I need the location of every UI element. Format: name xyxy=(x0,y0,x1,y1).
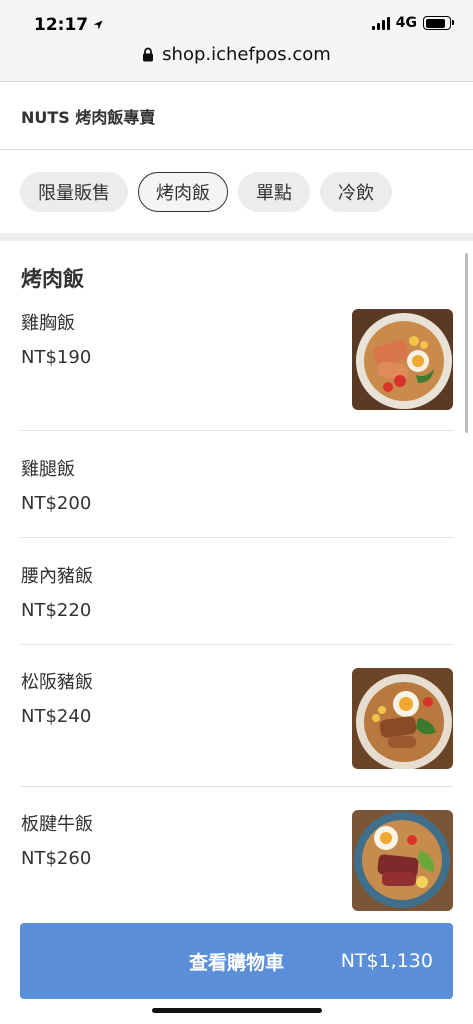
store-header: NUTS 烤肉飯專賣 xyxy=(0,82,473,150)
item-name: 雞胸飯 xyxy=(21,313,75,334)
food-photo xyxy=(352,309,453,410)
store-name: NUTS 烤肉飯專賣 xyxy=(21,107,156,127)
location-arrow-icon xyxy=(93,20,103,30)
tab-grilled-rice[interactable]: 烤肉飯 xyxy=(138,172,228,212)
menu-item-pork-tenderloin[interactable]: 腰內豬飯 NT$220 xyxy=(21,562,453,645)
food-photo xyxy=(352,668,453,769)
category-tabs: 限量販售 烤肉飯 單點 冷飲 xyxy=(0,151,473,233)
status-time-text: 12:17 xyxy=(34,15,89,35)
item-price: NT$240 xyxy=(21,706,92,727)
tab-cold-drinks[interactable]: 冷飲 xyxy=(320,172,392,212)
item-price: NT$200 xyxy=(21,493,92,514)
item-name: 雞腿飯 xyxy=(21,459,75,480)
battery-icon xyxy=(423,16,454,30)
section-divider xyxy=(0,233,473,241)
menu-list[interactable]: 烤肉飯 雞胸飯 NT$190 雞腿飯 NT$200 腰內豬飯 NT$220 松阪… xyxy=(0,241,473,1024)
section-title: 烤肉飯 xyxy=(21,267,84,291)
home-indicator[interactable] xyxy=(152,1008,322,1013)
item-name: 板腱牛飯 xyxy=(21,814,93,835)
menu-item-pork-jowl[interactable]: 松阪豬飯 NT$240 xyxy=(21,668,453,787)
address-bar[interactable]: shop.ichefpos.com xyxy=(0,44,473,65)
menu-item-beef-flat-iron[interactable]: 板腱牛飯 NT$260 xyxy=(21,810,453,940)
cellular-signal-icon xyxy=(371,16,390,30)
item-name: 松阪豬飯 xyxy=(21,672,93,693)
status-indicators: 4G xyxy=(371,15,454,31)
menu-item-chicken-breast[interactable]: 雞胸飯 NT$190 xyxy=(21,309,453,431)
menu-item-chicken-thigh[interactable]: 雞腿飯 NT$200 xyxy=(21,455,453,538)
tab-limited-sale[interactable]: 限量販售 xyxy=(20,172,128,212)
status-time: 12:17 xyxy=(34,15,103,35)
scrollbar[interactable] xyxy=(465,253,468,433)
food-photo xyxy=(352,810,453,911)
view-cart-button[interactable]: 查看購物車 NT$1,130 xyxy=(20,923,453,999)
item-price: NT$260 xyxy=(21,848,92,869)
item-price: NT$190 xyxy=(21,347,92,368)
item-price: NT$220 xyxy=(21,600,92,621)
network-type: 4G xyxy=(395,15,417,31)
lock-icon xyxy=(143,47,154,62)
tab-a-la-carte[interactable]: 單點 xyxy=(238,172,310,212)
item-name: 腰內豬飯 xyxy=(21,566,93,587)
browser-top-bar: 12:17 4G shop.ichefpos.com xyxy=(0,0,473,82)
url-text: shop.ichefpos.com xyxy=(162,44,331,65)
cart-total: NT$1,130 xyxy=(340,950,433,972)
